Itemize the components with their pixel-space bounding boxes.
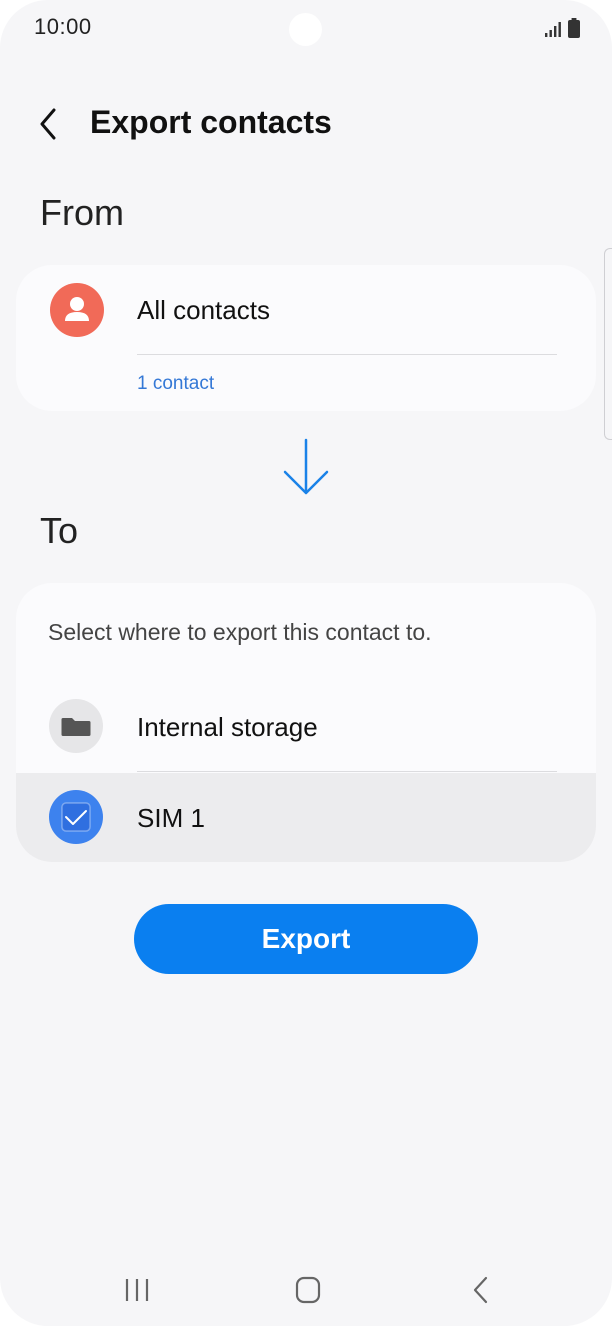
back-icon: [473, 1276, 488, 1304]
home-button[interactable]: [288, 1274, 328, 1306]
scrollbar[interactable]: [604, 248, 612, 440]
app-header: Export contacts: [0, 90, 612, 160]
status-icons: [544, 18, 580, 38]
camera-cutout: [289, 13, 322, 46]
option-internal-storage[interactable]: Internal storage: [16, 683, 596, 771]
arrow-down-icon: [283, 438, 329, 495]
from-card[interactable]: All contacts 1 contact: [16, 265, 596, 411]
from-section-title: From: [40, 192, 124, 233]
recent-apps-button[interactable]: [117, 1274, 157, 1306]
chevron-left-icon: [40, 108, 56, 140]
navigation-bar: [0, 1260, 612, 1320]
status-bar: 10:00: [0, 0, 612, 60]
screen: 10:00 Export contacts From All contacts …: [0, 0, 612, 1326]
back-nav-button[interactable]: [460, 1274, 500, 1306]
to-card: Select where to export this contact to. …: [16, 583, 596, 862]
internal-storage-label: Internal storage: [137, 712, 318, 742]
option-sim-1[interactable]: SIM 1: [16, 773, 596, 862]
export-button[interactable]: Export: [134, 904, 478, 974]
sim-check-icon: [61, 802, 91, 832]
from-divider: [137, 354, 557, 355]
contact-avatar: [50, 283, 104, 337]
folder-icon: [61, 718, 91, 736]
sim-avatar: [49, 790, 103, 844]
contact-count: 1 contact: [137, 373, 215, 394]
recent-apps-icon: [125, 1279, 149, 1301]
export-destination-description: Select where to export this contact to.: [48, 619, 432, 645]
home-icon: [295, 1276, 321, 1304]
person-icon: [65, 297, 89, 321]
back-button[interactable]: [28, 102, 72, 146]
status-time: 10:00: [34, 14, 92, 39]
page-title: Export contacts: [90, 104, 332, 140]
sim-1-label: SIM 1: [137, 803, 205, 833]
to-divider: [137, 771, 557, 772]
all-contacts-label: All contacts: [137, 295, 270, 325]
battery-icon: [568, 18, 580, 38]
internal-storage-avatar: [49, 699, 103, 753]
signal-icon: [545, 22, 561, 37]
to-section-title: To: [40, 510, 79, 551]
